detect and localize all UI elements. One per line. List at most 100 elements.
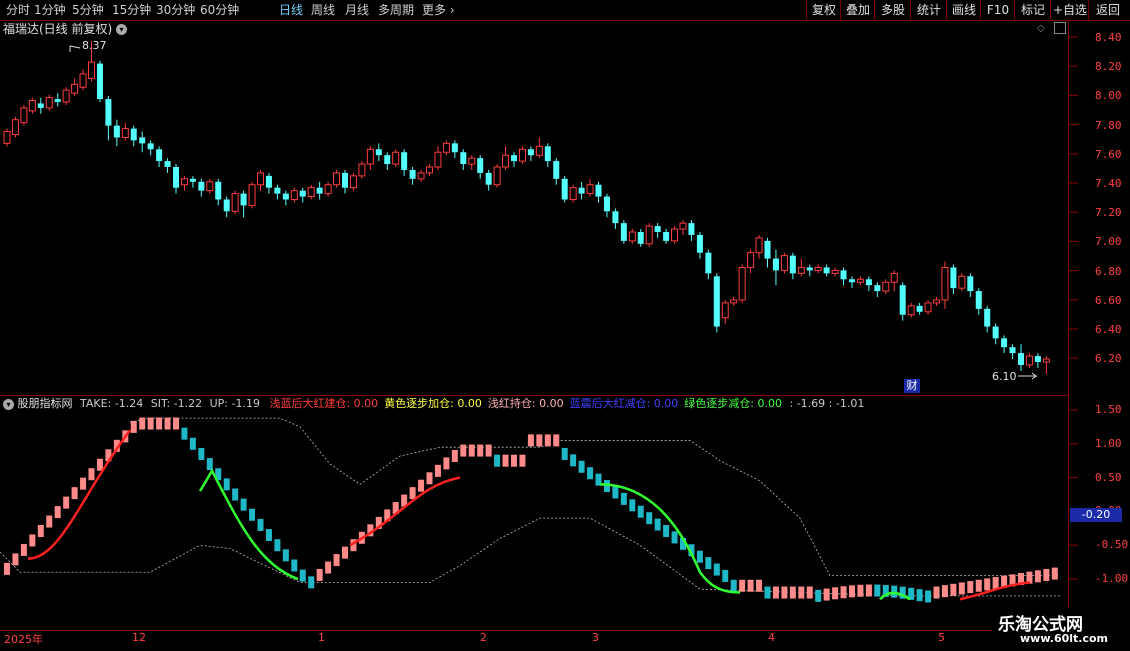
candle-body bbox=[198, 181, 205, 191]
price-axis-label: 7.00 bbox=[1095, 235, 1122, 249]
candle-body bbox=[54, 99, 61, 102]
indicator-block bbox=[485, 444, 492, 457]
indicator-axis-label: 1.00 bbox=[1095, 436, 1122, 450]
indicator-block bbox=[646, 512, 653, 525]
candle-body bbox=[1025, 355, 1033, 366]
low-marker bbox=[1018, 372, 1038, 380]
indicator-block bbox=[1043, 568, 1050, 581]
indicator-block bbox=[519, 454, 526, 467]
indicator-block bbox=[20, 543, 27, 556]
indicator-block bbox=[578, 460, 585, 473]
candle-body bbox=[747, 252, 755, 268]
candle-body bbox=[366, 148, 374, 165]
candle-body bbox=[823, 267, 830, 274]
price-axis-label: 7.20 bbox=[1095, 206, 1122, 220]
candle-body bbox=[206, 181, 214, 192]
candle-body bbox=[637, 232, 644, 244]
sit-value: SIT: -1.22 bbox=[150, 397, 203, 410]
indicator-block bbox=[54, 506, 61, 519]
price-axis-label: 6.80 bbox=[1095, 264, 1122, 278]
candle-body bbox=[299, 190, 306, 197]
candle-body bbox=[282, 193, 289, 200]
candle-body bbox=[62, 89, 70, 103]
indicator-block bbox=[71, 487, 78, 500]
candle-body bbox=[96, 63, 103, 100]
candle-body bbox=[442, 142, 450, 153]
indicator-block bbox=[756, 579, 763, 592]
candle-body bbox=[113, 125, 120, 138]
indicator-block bbox=[156, 417, 163, 430]
finance-badge[interactable]: 财 bbox=[904, 379, 920, 393]
indicator-block bbox=[426, 472, 433, 485]
indicator-block bbox=[865, 584, 872, 597]
indicator-block bbox=[553, 434, 560, 447]
candle-body bbox=[713, 276, 720, 327]
candle-body bbox=[324, 184, 332, 195]
candle-body bbox=[349, 175, 357, 189]
candle-body bbox=[569, 187, 577, 201]
candle-body bbox=[401, 152, 408, 170]
indicator-block bbox=[88, 468, 95, 481]
candle-body bbox=[620, 223, 627, 241]
candle-body bbox=[806, 267, 813, 271]
indicator-block bbox=[46, 515, 53, 528]
indicator-item-0: 浅蓝后大红建仓: 0.00 bbox=[269, 397, 379, 410]
candle-body bbox=[738, 266, 746, 301]
indicator-block bbox=[316, 568, 323, 581]
candle-body bbox=[502, 154, 510, 168]
candle-body bbox=[265, 175, 272, 188]
indicator-block bbox=[308, 576, 315, 589]
indicator-block bbox=[840, 586, 847, 599]
candle-body bbox=[417, 172, 425, 180]
candle-body bbox=[527, 149, 534, 156]
indicator-block bbox=[815, 589, 822, 602]
candle-body bbox=[975, 291, 982, 309]
indicator-block bbox=[502, 454, 509, 467]
candle-body bbox=[485, 172, 492, 185]
indicator-block bbox=[587, 467, 594, 480]
candle-body bbox=[342, 172, 348, 188]
price-axis-label: 6.40 bbox=[1095, 323, 1122, 336]
candle-body bbox=[1009, 347, 1016, 354]
candle-body bbox=[358, 163, 366, 177]
candle-body bbox=[654, 226, 661, 232]
candle-body bbox=[434, 151, 442, 168]
candle-body bbox=[147, 143, 154, 150]
indicator-block bbox=[806, 586, 813, 599]
indicator-block bbox=[274, 539, 281, 552]
indicator-block bbox=[12, 553, 19, 566]
indicator-header: ▾ 股朋指标网 TAKE: -1.24 SIT: -1.22 UP: -1.19… bbox=[3, 397, 864, 411]
price-axis-label: 6.60 bbox=[1095, 293, 1122, 307]
low-price-label: 6.10 bbox=[992, 370, 1017, 383]
candle-body bbox=[721, 302, 729, 319]
chevron-down-icon[interactable]: ▾ bbox=[3, 398, 14, 410]
indicator-block bbox=[789, 586, 796, 599]
candle-body bbox=[426, 166, 433, 174]
candle-body bbox=[518, 148, 526, 162]
indicator-block bbox=[333, 554, 340, 567]
indicator-block bbox=[992, 577, 999, 590]
kline-chart bbox=[0, 36, 1078, 603]
indicator-block bbox=[536, 434, 543, 447]
indicator-block bbox=[468, 444, 475, 457]
candle-body bbox=[223, 199, 230, 212]
candle-body bbox=[789, 255, 796, 274]
indicator-block bbox=[265, 529, 272, 542]
indicator-block bbox=[240, 498, 247, 511]
candle-body bbox=[477, 158, 484, 173]
indicator-block bbox=[1051, 567, 1058, 580]
candle-body bbox=[88, 61, 95, 79]
indicator-block bbox=[696, 550, 703, 563]
upper-envelope bbox=[129, 417, 1060, 577]
candle-body bbox=[950, 267, 957, 289]
candle-body bbox=[553, 161, 560, 179]
watermark-url: www.60lt.com bbox=[1020, 632, 1109, 645]
candle-body bbox=[307, 187, 315, 198]
price-axis-label: 7.80 bbox=[1095, 118, 1122, 132]
high-marker bbox=[69, 45, 81, 52]
indicator-block bbox=[299, 569, 306, 582]
candle-body bbox=[544, 146, 551, 162]
indicator-block bbox=[629, 499, 636, 512]
candle-body bbox=[874, 285, 881, 292]
date-axis-bar bbox=[0, 630, 1130, 651]
